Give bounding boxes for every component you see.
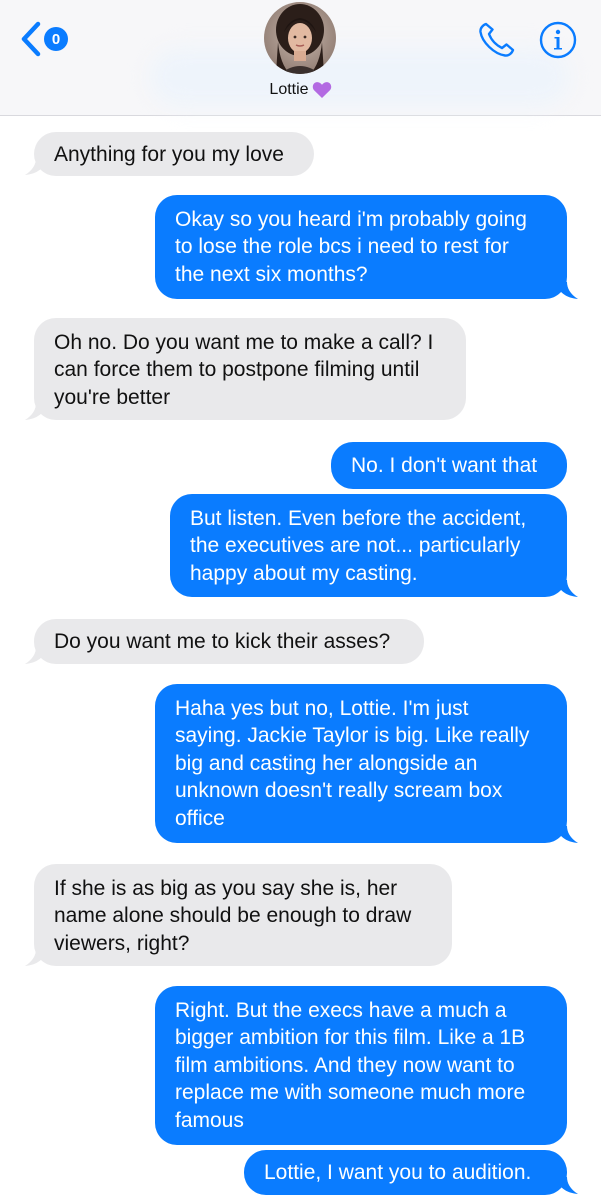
message-text-line: replace me with someone much more [175,1081,526,1105]
phone-icon[interactable] [476,20,518,60]
unread-count-badge: 0 [44,27,68,51]
message-text-line: Haha yes but no, Lottie. I'm just [175,697,469,720]
purple-heart-icon [312,82,331,98]
bubble-tail-received [25,403,47,420]
contact-avatar[interactable] [264,2,336,74]
message-bubble-received[interactable]: If she is as big as you say she is, her … [34,864,452,966]
avatar-photo [264,2,336,74]
message-text-line: the next six months? [175,262,368,286]
message-text-line: name alone should be enough to draw [54,904,412,928]
bubble-tail-received [25,647,47,664]
back-button[interactable]: 0 [20,20,76,58]
message-bubble-sent[interactable]: Haha yes but no, Lottie. I'm just saying… [155,684,567,843]
bubble-tail-received [25,949,47,966]
message-text-line: happy about my casting. [190,561,418,585]
message-text-line: Okay so you heard i'm probably going [175,208,527,231]
message-text-line: No. I don't want that [351,454,538,477]
message-text-line: can force them to postpone filming until [54,358,420,382]
message-text-line: If she is as big as you say she is, her [54,877,398,900]
message-text-line: But listen. Even before the accident, [190,507,527,530]
message-text-line: bigger ambition for this film. Like a 1B [175,1026,526,1050]
bubble-tail-sent [556,1177,578,1194]
message-text-line: you're better [54,385,171,409]
message-text-line: big and casting her alongside an [175,751,478,775]
message-text-line: Lottie, I want you to audition. [264,1161,532,1184]
message-text-line: viewers, right? [54,931,190,955]
message-text-line: film ambitions. And they now want to [175,1053,515,1077]
info-icon[interactable] [538,20,578,60]
bubble-tail-sent [556,580,578,597]
message-bubble-received[interactable]: Oh no. Do you want me to make a call? I … [34,318,466,420]
message-text-line: Oh no. Do you want me to make a call? I [54,331,434,354]
message-bubble-sent[interactable]: But listen. Even before the accident, th… [170,494,567,597]
message-bubble-sent[interactable]: Lottie, I want you to audition. [244,1150,567,1195]
conversation-header: 0 Lottie [0,0,601,116]
message-text-line: the executives are not... particularly [190,534,521,558]
bubble-tail-sent [556,282,578,299]
message-text-line: saying. Jackie Taylor is big. Like reall… [175,724,530,748]
message-bubble-sent[interactable]: No. I don't want that [331,442,567,489]
message-text-line: to lose the role bcs i need to rest for [175,235,509,259]
message-text-line: Right. But the execs have a much a [175,999,507,1022]
message-text-line: unknown doesn't really scream box [175,779,503,803]
message-bubble-sent[interactable]: Okay so you heard i'm probably going to … [155,195,567,299]
contact-name-button[interactable]: Lottie [0,78,601,102]
message-text-line: famous [175,1108,244,1132]
chevron-left-icon [21,21,41,57]
bubble-tail-received [25,158,47,175]
message-text-line: Anything for you my love [54,143,284,166]
message-text-line: office [175,806,225,830]
message-text-line: Do you want me to kick their asses? [54,630,391,653]
contact-name: Lottie [269,81,309,98]
message-bubble-received[interactable]: Do you want me to kick their asses? [34,619,424,664]
message-bubble-sent[interactable]: Right. But the execs have a much a bigge… [155,986,567,1145]
bubble-tail-sent [556,826,578,843]
message-bubble-received[interactable]: Anything for you my love [34,132,314,176]
